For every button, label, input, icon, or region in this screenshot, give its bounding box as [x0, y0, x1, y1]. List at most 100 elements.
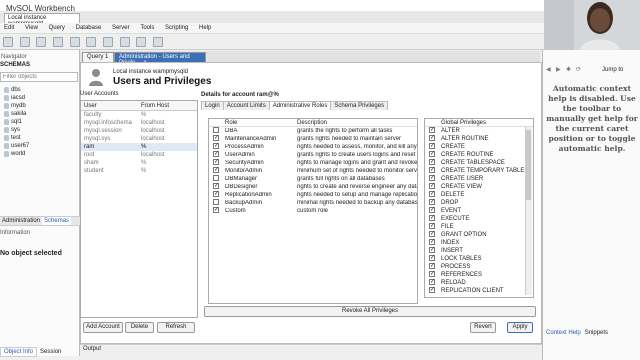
role-checkbox[interactable] — [213, 206, 219, 213]
table-row[interactable]: student% — [81, 167, 197, 175]
tab-administration[interactable]: Administration — [0, 217, 42, 225]
reconnect-icon[interactable] — [153, 37, 164, 47]
schema-item-sakila[interactable]: sakila — [2, 110, 78, 118]
privilege-checkbox[interactable] — [429, 166, 435, 173]
privilege-checkbox[interactable] — [429, 222, 435, 229]
privilege-checkbox[interactable] — [429, 182, 435, 189]
privilege-checkbox[interactable] — [429, 126, 435, 133]
privilege-row[interactable]: ALTER — [425, 126, 533, 135]
role-checkbox[interactable] — [213, 199, 219, 205]
privilege-row[interactable]: REFERENCES — [425, 270, 533, 279]
schema-item-iacsd[interactable]: iacsd — [2, 94, 78, 102]
table-row[interactable]: faculty% — [81, 111, 197, 119]
revert-button[interactable]: Revert — [470, 322, 496, 333]
privilege-row[interactable]: PROCESS — [425, 262, 533, 271]
privilege-checkbox[interactable] — [429, 198, 435, 205]
menu-query[interactable]: Query — [49, 25, 65, 31]
role-checkbox[interactable] — [213, 134, 219, 141]
role-row[interactable]: BackupAdmin minimal rights needed to back… — [209, 199, 417, 207]
col-user[interactable]: User — [81, 103, 141, 109]
privilege-row[interactable]: CREATE USER — [425, 174, 533, 183]
back-arrow-icon[interactable]: ◀ — [546, 66, 554, 74]
role-row[interactable]: DBManager grants full rights on all datab… — [209, 175, 417, 183]
table-row-selected[interactable]: ram% — [81, 143, 197, 151]
tab-snippets[interactable]: Snippets — [583, 329, 610, 337]
privilege-checkbox[interactable] — [429, 262, 435, 269]
add-account-button[interactable]: Add Account — [83, 322, 123, 333]
role-row[interactable]: Custom custom role — [209, 206, 417, 215]
role-checkbox[interactable] — [213, 127, 219, 133]
connection-tab[interactable]: Local instance wampmysqld — [4, 13, 80, 27]
role-checkbox[interactable] — [213, 190, 219, 197]
schema-item-dbs[interactable]: dbs — [2, 86, 78, 94]
privilege-row[interactable]: CREATE ROUTINE — [425, 150, 533, 159]
role-checkbox[interactable] — [213, 150, 219, 157]
privilege-checkbox[interactable] — [429, 150, 435, 157]
search-table-data-icon[interactable] — [136, 37, 147, 47]
privilege-row[interactable]: CREATE TEMPORARY TABLES — [425, 166, 533, 175]
inspector-icon[interactable] — [36, 37, 47, 47]
auto-help-icon[interactable]: ⟳ — [576, 66, 584, 74]
role-row[interactable]: ProcessAdmin rights needed to assess, mon… — [209, 142, 417, 151]
menu-edit[interactable]: Edit — [4, 25, 14, 31]
menu-view[interactable]: View — [25, 25, 38, 31]
menu-help[interactable]: Help — [199, 25, 211, 31]
privilege-checkbox[interactable] — [429, 278, 435, 285]
create-function-icon[interactable] — [119, 37, 130, 47]
privilege-checkbox[interactable] — [429, 142, 435, 149]
schema-item-user67[interactable]: user67 — [2, 142, 78, 150]
privilege-row[interactable]: FILE — [425, 222, 533, 231]
table-row[interactable]: mysql.sys localhost — [81, 135, 197, 143]
privilege-row[interactable]: CREATE — [425, 142, 533, 151]
create-schema-icon[interactable] — [53, 37, 64, 47]
privilege-row[interactable]: REPLICATION CLIENT — [425, 286, 533, 295]
create-table-icon[interactable] — [69, 37, 80, 47]
privilege-row[interactable]: CREATE TABLESPACE — [425, 158, 533, 167]
filter-objects-input[interactable] — [0, 72, 78, 82]
menu-database[interactable]: Database — [76, 25, 102, 31]
menu-scripting[interactable]: Scripting — [165, 25, 188, 31]
table-row[interactable]: mysql.infoschema localhost — [81, 119, 197, 127]
tab-administrative-roles[interactable]: Administrative Roles — [268, 101, 332, 110]
privilege-row[interactable]: CREATE VIEW — [425, 182, 533, 191]
role-checkbox[interactable] — [213, 175, 219, 181]
role-checkbox[interactable] — [213, 142, 219, 149]
table-row[interactable]: sham% — [81, 159, 197, 167]
table-row[interactable]: root localhost — [81, 151, 197, 159]
schema-item-sys[interactable]: sys — [2, 126, 78, 134]
privilege-checkbox[interactable] — [429, 238, 435, 245]
create-view-icon[interactable] — [86, 37, 97, 47]
role-checkbox[interactable] — [213, 182, 219, 189]
role-row[interactable]: DBDesigner rights to create and reverse e… — [209, 182, 417, 191]
revoke-all-privileges-button[interactable]: Revoke All Privileges — [204, 306, 536, 317]
privilege-checkbox[interactable] — [429, 286, 435, 293]
menu-tools[interactable]: Tools — [140, 25, 154, 31]
forward-arrow-icon[interactable]: ▶ — [556, 66, 564, 74]
role-checkbox[interactable] — [213, 166, 219, 173]
schema-item-mydb[interactable]: mydb — [2, 102, 78, 110]
tab-context-help[interactable]: Context Help — [544, 329, 583, 337]
role-row[interactable]: UserAdmin grants rights to create users l… — [209, 150, 417, 159]
privilege-row[interactable]: INDEX — [425, 238, 533, 247]
privilege-checkbox[interactable] — [429, 230, 435, 237]
menu-server[interactable]: Server — [112, 25, 130, 31]
tab-session[interactable]: Session — [37, 348, 64, 356]
privilege-checkbox[interactable] — [429, 254, 435, 261]
privilege-row[interactable]: DELETE — [425, 190, 533, 199]
jump-to-dropdown[interactable]: Jump to — [602, 67, 623, 73]
privilege-checkbox[interactable] — [429, 134, 435, 141]
privilege-row[interactable]: RELOAD — [425, 278, 533, 287]
privilege-checkbox[interactable] — [429, 270, 435, 277]
privilege-row[interactable]: GRANT OPTION — [425, 230, 533, 239]
tab-query-1[interactable]: Query 1 — [82, 52, 114, 62]
role-row[interactable]: DBA grants the rights to perform all task… — [209, 127, 417, 135]
col-from-host[interactable]: From Host — [141, 103, 169, 109]
manual-help-icon[interactable]: ✱ — [566, 66, 574, 74]
table-row[interactable]: mysql.session localhost — [81, 127, 197, 135]
delete-button[interactable]: Delete — [125, 322, 154, 333]
privilege-row[interactable]: LOCK TABLES — [425, 254, 533, 263]
privilege-checkbox[interactable] — [429, 246, 435, 253]
tab-schema-privileges[interactable]: Schema Privileges — [330, 101, 389, 110]
tab-object-info[interactable]: Object Info — [0, 347, 38, 357]
privilege-row[interactable]: EXECUTE — [425, 214, 533, 223]
